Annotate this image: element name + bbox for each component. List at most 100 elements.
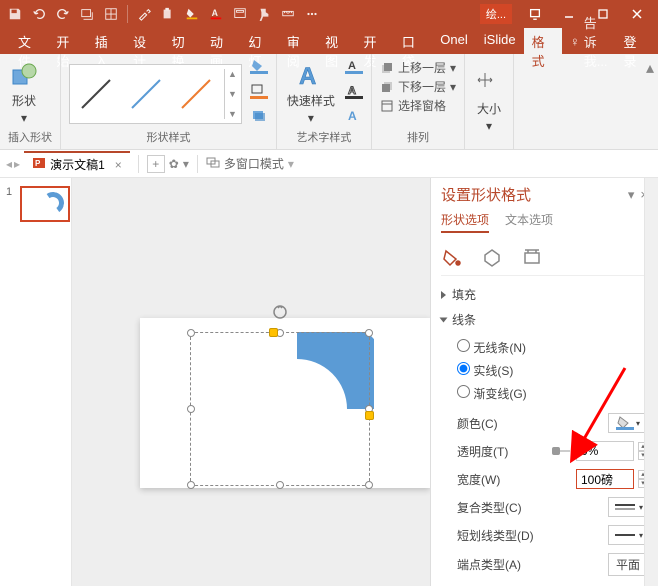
style-swatch-1[interactable] bbox=[74, 69, 118, 119]
effects-icon[interactable] bbox=[481, 247, 503, 269]
style-swatch-2[interactable] bbox=[124, 69, 168, 119]
width-input[interactable] bbox=[576, 469, 634, 489]
gallery-down-icon[interactable]: ▼ bbox=[228, 89, 237, 99]
new-slide-icon[interactable] bbox=[76, 3, 98, 25]
resize-handle-nw[interactable] bbox=[187, 329, 195, 337]
close-icon[interactable] bbox=[620, 0, 654, 28]
resize-handle-se[interactable] bbox=[365, 481, 373, 489]
tab-slideshow[interactable]: 幻灯 bbox=[240, 28, 278, 54]
tab-design[interactable]: 设计 bbox=[125, 28, 163, 54]
font-color-icon[interactable]: A bbox=[205, 3, 227, 25]
format-painter-icon[interactable] bbox=[253, 3, 275, 25]
shape-fill-icon[interactable] bbox=[250, 58, 268, 79]
style-swatch-3[interactable] bbox=[174, 69, 218, 119]
size-button[interactable]: 大小 ▾ bbox=[473, 68, 505, 135]
adjust-handle-1[interactable] bbox=[269, 328, 278, 337]
undo-icon[interactable] bbox=[28, 3, 50, 25]
close-tab-icon[interactable]: × bbox=[115, 158, 122, 172]
tab-dropdown-icon[interactable]: ▾ bbox=[183, 157, 189, 171]
slide-canvas[interactable]: + bbox=[72, 178, 430, 586]
tab-animation[interactable]: 动画 bbox=[202, 28, 240, 54]
radio-no-line[interactable]: 无线条(N) bbox=[457, 336, 648, 359]
tab-islide[interactable]: iSlide bbox=[476, 28, 524, 54]
quick-styles-button[interactable]: A 快速样式 ▾ bbox=[285, 60, 337, 127]
pane-toolrow bbox=[441, 241, 648, 276]
dash-picker-button[interactable]: ▾ bbox=[608, 525, 648, 545]
pane-tab-shape[interactable]: 形状选项 bbox=[441, 211, 489, 233]
resize-handle-w[interactable] bbox=[187, 405, 195, 413]
nav-prev-icon[interactable]: ◂ bbox=[6, 157, 12, 171]
new-tab-icon[interactable]: + bbox=[147, 155, 165, 173]
expand-icon bbox=[441, 291, 446, 299]
fill-color-icon[interactable] bbox=[181, 3, 203, 25]
ribbon-options-icon[interactable] bbox=[518, 0, 552, 28]
tab-developer[interactable]: 开发 bbox=[356, 28, 394, 54]
shape-style-gallery[interactable]: ▲ ▼ ▼ bbox=[69, 64, 242, 124]
tab-insert[interactable]: 插入 bbox=[87, 28, 125, 54]
shape-outline-icon[interactable] bbox=[250, 83, 268, 104]
minimize-icon[interactable] bbox=[552, 0, 586, 28]
transparency-input[interactable] bbox=[576, 441, 634, 461]
fill-line-icon[interactable] bbox=[441, 247, 463, 269]
adjust-handle-2[interactable] bbox=[365, 411, 374, 420]
transparency-slider[interactable] bbox=[554, 446, 572, 456]
login-button[interactable]: 登录 bbox=[616, 28, 658, 54]
thumbnail-1[interactable]: 1 bbox=[8, 186, 63, 222]
tab-options-icon[interactable]: ✿ bbox=[169, 157, 179, 171]
tab-home[interactable]: 开始 bbox=[48, 28, 86, 54]
pane-dropdown-icon[interactable]: ▾ bbox=[628, 187, 635, 203]
group-label: 排列 bbox=[380, 129, 456, 145]
tab-review[interactable]: 审阅 bbox=[279, 28, 317, 54]
eyedropper-icon[interactable] bbox=[133, 3, 155, 25]
tell-me[interactable]: ♀ 告诉我... bbox=[562, 28, 616, 54]
resize-handle-ne[interactable] bbox=[365, 329, 373, 337]
resize-handle-s[interactable] bbox=[276, 481, 284, 489]
grid-icon[interactable] bbox=[100, 3, 122, 25]
dash-label: 短划线类型(D) bbox=[457, 527, 534, 544]
group-wordart: A 快速样式 ▾ A A A 艺术字样式 bbox=[277, 54, 372, 149]
layout-icon[interactable] bbox=[229, 3, 251, 25]
size-props-icon[interactable] bbox=[521, 247, 543, 269]
format-shape-pane: 设置形状格式 ▾ × 形状选项 文本选项 填充 线条 无线条(N) 实线(S) bbox=[430, 178, 658, 586]
bring-forward-button[interactable]: 上移一层▾ bbox=[380, 58, 456, 77]
pane-tab-text[interactable]: 文本选项 bbox=[505, 211, 553, 233]
color-picker-button[interactable]: ▾ bbox=[608, 413, 648, 433]
pane-scrollbar[interactable] bbox=[644, 178, 658, 586]
fill-section-label: 填充 bbox=[452, 286, 476, 303]
ruler-icon[interactable] bbox=[277, 3, 299, 25]
paste-icon[interactable] bbox=[157, 3, 179, 25]
tab-transition[interactable]: 切换 bbox=[164, 28, 202, 54]
nav-next-icon[interactable]: ▸ bbox=[14, 157, 20, 171]
text-outline-icon[interactable]: A bbox=[345, 83, 363, 104]
overflow-icon[interactable] bbox=[301, 3, 323, 25]
gallery-more-icon[interactable]: ▼ bbox=[228, 109, 237, 119]
shape-effects-icon[interactable] bbox=[250, 108, 268, 129]
tab-onekey[interactable]: Onel bbox=[432, 28, 475, 54]
slide[interactable]: + bbox=[140, 318, 430, 488]
tab-view[interactable]: 视图 bbox=[317, 28, 355, 54]
selection-pane-button[interactable]: 选择窗格 bbox=[380, 96, 446, 115]
collapse-ribbon-icon[interactable]: ▴ bbox=[646, 58, 654, 78]
radio-gradient-line[interactable]: 渐变线(G) bbox=[457, 382, 648, 405]
tab-pocket[interactable]: 口袋 bbox=[394, 28, 432, 54]
text-fill-icon[interactable]: A bbox=[345, 58, 363, 79]
document-tab[interactable]: P 演示文稿1 × bbox=[24, 151, 130, 176]
compound-picker-button[interactable]: ▾ bbox=[608, 497, 648, 517]
redo-icon[interactable] bbox=[52, 3, 74, 25]
collapse-icon bbox=[440, 317, 448, 322]
transparency-row: 透明度(T) ▴▾ bbox=[441, 437, 648, 465]
rotate-handle[interactable] bbox=[271, 303, 289, 321]
color-row: 颜色(C) ▾ bbox=[441, 409, 648, 437]
fill-section-header[interactable]: 填充 bbox=[441, 282, 648, 307]
send-backward-button[interactable]: 下移一层▾ bbox=[380, 77, 456, 96]
shapes-button[interactable]: 形状 ▾ bbox=[8, 60, 40, 127]
gallery-up-icon[interactable]: ▲ bbox=[228, 69, 237, 79]
line-section-header[interactable]: 线条 bbox=[441, 307, 648, 332]
save-icon[interactable] bbox=[4, 3, 26, 25]
text-effects-icon[interactable]: A bbox=[345, 108, 363, 129]
tab-file[interactable]: 文件 bbox=[10, 28, 48, 54]
multiwindow-button[interactable]: 多窗口模式 ▾ bbox=[206, 155, 294, 172]
tab-format[interactable]: 格式 bbox=[524, 28, 562, 54]
radio-solid-line[interactable]: 实线(S) bbox=[457, 359, 648, 382]
resize-handle-sw[interactable] bbox=[187, 481, 195, 489]
